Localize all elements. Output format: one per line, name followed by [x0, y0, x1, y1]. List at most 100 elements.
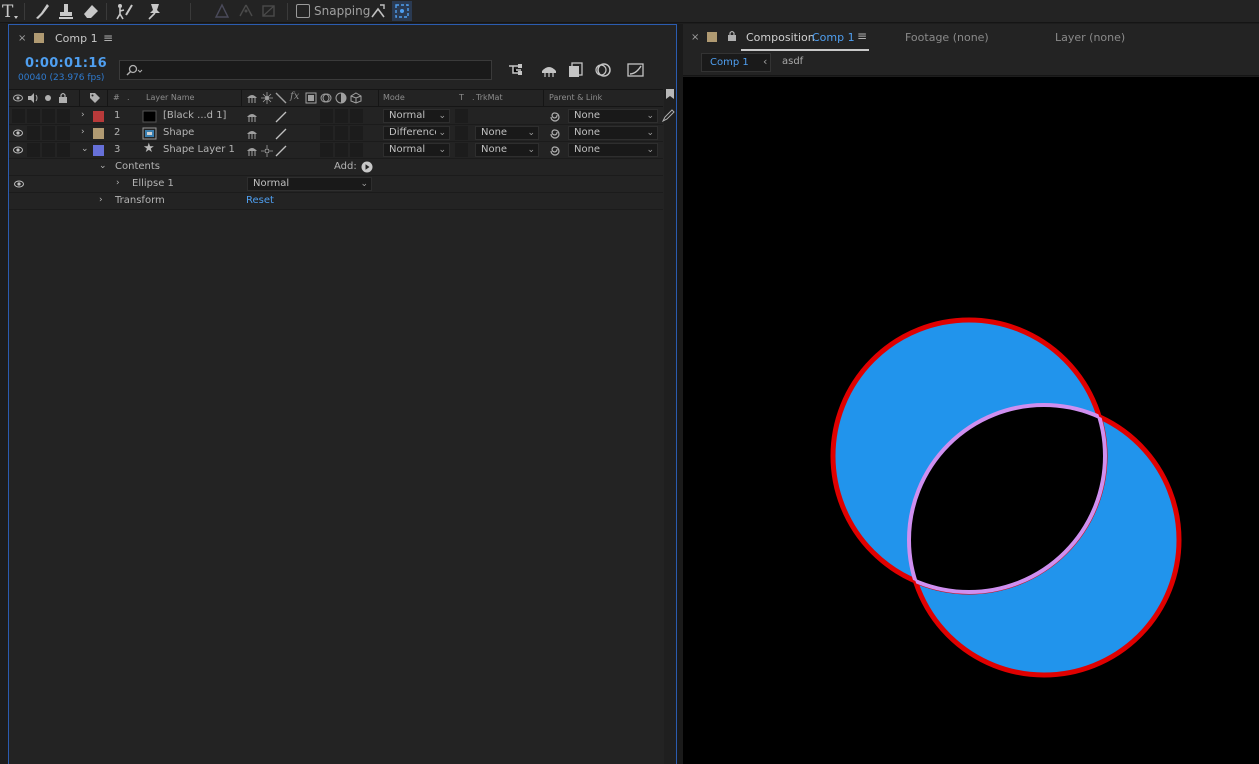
video-eye-icon[interactable] [13, 146, 23, 154]
label-color-box[interactable] [93, 145, 104, 156]
eraser-tool-icon[interactable] [81, 1, 101, 21]
roto-brush-tool-icon[interactable] [114, 1, 134, 21]
parent-pickwhip-icon[interactable] [549, 145, 561, 157]
lock-toggle-cell[interactable] [57, 126, 70, 140]
quality-switch-icon[interactable] [275, 145, 287, 157]
collapse-switch-icon[interactable] [261, 145, 273, 157]
motion-blur-icon[interactable] [593, 61, 613, 79]
collapse-chevron-icon[interactable]: ⌄ [99, 161, 107, 171]
composition-mini-flowchart-icon[interactable] [506, 61, 526, 79]
parent-pickwhip-icon[interactable] [549, 111, 561, 123]
add-menu-play-icon[interactable] [361, 161, 373, 173]
puppet-pin-tool-icon[interactable] [145, 1, 165, 21]
shy-layers-icon[interactable] [539, 61, 559, 79]
breadcrumb-item[interactable]: asdf [782, 56, 803, 67]
video-toggle-cell[interactable] [12, 109, 25, 123]
switch-cell[interactable] [335, 126, 348, 140]
clone-stamp-tool-icon[interactable] [56, 1, 76, 21]
transform-reset-link[interactable]: Reset [246, 195, 274, 206]
contents-property-row[interactable]: ⌄ Contents Add: [9, 159, 663, 176]
blend-mode-dropdown[interactable]: Normal ⌄ [383, 143, 450, 157]
solo-toggle-cell[interactable] [42, 109, 55, 123]
close-tab-icon[interactable]: × [18, 33, 26, 44]
snap-edges-icon[interactable] [368, 1, 388, 21]
shy-switch-icon[interactable] [246, 128, 258, 140]
expand-chevron-icon[interactable]: › [99, 195, 103, 205]
lock-icon[interactable] [58, 92, 68, 103]
parent-dropdown[interactable]: None ⌄ [568, 126, 658, 140]
layer-row[interactable]: ⌄ 3 ★ Shape Layer 1 Normal ⌄ None ⌄ None ⌄ [9, 141, 663, 159]
layer-switches-scroll[interactable] [661, 89, 676, 764]
preserve-transparency-cell[interactable] [455, 126, 468, 140]
track-matte-dropdown[interactable]: None ⌄ [475, 126, 539, 140]
preserve-transparency-cell[interactable] [455, 143, 468, 157]
footage-tab[interactable]: Footage (none) [905, 31, 989, 44]
solo-dot-icon[interactable] [44, 94, 52, 102]
ellipse-blend-mode-dropdown[interactable]: Normal ⌄ [247, 177, 372, 191]
path-tool-icon[interactable] [236, 1, 256, 21]
parent-dropdown[interactable]: None ⌄ [568, 143, 658, 157]
align-icon[interactable] [212, 1, 232, 21]
track-matte-dropdown[interactable]: None ⌄ [475, 143, 539, 157]
current-timecode[interactable]: 0:00:01:16 [25, 56, 107, 71]
layer-name[interactable]: Shape [163, 127, 194, 138]
switch-cell[interactable] [320, 109, 333, 123]
switch-cell[interactable] [335, 109, 348, 123]
blend-mode-dropdown[interactable]: Normal ⌄ [383, 109, 450, 123]
layer-name-column-header[interactable]: Layer Name [146, 93, 194, 102]
frame-blending-icon[interactable] [566, 61, 586, 79]
lock-icon[interactable] [727, 30, 737, 41]
lock-toggle-cell[interactable] [57, 109, 70, 123]
transform-property-row[interactable]: › Transform Reset [9, 193, 663, 210]
breadcrumb-comp1-tab[interactable]: Comp 1 ‹ [701, 53, 771, 72]
video-eye-icon[interactable] [13, 129, 23, 137]
quality-switch-icon[interactable] [275, 111, 287, 123]
expand-chevron-icon[interactable]: › [116, 178, 120, 188]
audio-toggle-cell[interactable] [27, 143, 40, 157]
switch-cell[interactable] [350, 126, 363, 140]
brush-tool-icon[interactable] [32, 1, 52, 21]
label-color-box[interactable] [93, 128, 104, 139]
pencil-edit-icon[interactable] [661, 109, 675, 123]
graph-editor-icon[interactable] [626, 61, 646, 79]
blend-mode-dropdown[interactable]: Difference ⌄ [383, 126, 450, 140]
switch-cell[interactable] [350, 109, 363, 123]
type-tool-icon[interactable]: T [0, 1, 20, 21]
composition-viewer[interactable] [683, 77, 1259, 764]
switch-cell[interactable] [350, 143, 363, 157]
lock-toggle-cell[interactable] [57, 143, 70, 157]
expand-chevron-icon[interactable]: › [81, 110, 85, 120]
snap-features-icon[interactable] [392, 1, 412, 21]
switch-cell[interactable] [320, 143, 333, 157]
layer-search-input[interactable] [119, 60, 492, 80]
label-color-box[interactable] [93, 111, 104, 122]
panel-menu-icon[interactable]: ≡ [103, 31, 113, 45]
close-tab-icon[interactable]: × [691, 32, 699, 43]
switch-cell[interactable] [335, 143, 348, 157]
layer-tab[interactable]: Layer (none) [1055, 31, 1125, 44]
preserve-transparency-cell[interactable] [455, 109, 468, 123]
shy-switch-icon[interactable] [246, 145, 258, 157]
snapping-checkbox[interactable] [296, 4, 310, 18]
parent-pickwhip-icon[interactable] [549, 128, 561, 140]
label-tag-icon[interactable] [89, 92, 101, 104]
solo-toggle-cell[interactable] [42, 143, 55, 157]
shy-switch-icon[interactable] [246, 111, 258, 123]
audio-toggle-cell[interactable] [27, 109, 40, 123]
video-eye-icon[interactable] [13, 93, 23, 103]
layer-name[interactable]: [Black ...d 1] [163, 110, 226, 121]
audio-toggle-cell[interactable] [27, 126, 40, 140]
composition-tab[interactable]: Composition Comp 1 ≡ [741, 24, 869, 51]
quality-switch-icon[interactable] [275, 128, 287, 140]
switch-cell[interactable] [320, 126, 333, 140]
layer-row[interactable]: › 2 Shape Difference ⌄ None ⌄ None ⌄ [9, 125, 663, 142]
solo-toggle-cell[interactable] [42, 126, 55, 140]
audio-speaker-icon[interactable] [27, 93, 38, 103]
layer-name[interactable]: Shape Layer 1 [163, 144, 235, 155]
video-eye-icon[interactable] [14, 180, 24, 188]
mask-tool-icon[interactable] [259, 1, 279, 21]
ellipse-group-row[interactable]: › Ellipse 1 Normal ⌄ [9, 176, 663, 193]
parent-dropdown[interactable]: None ⌄ [568, 109, 658, 123]
panel-menu-icon[interactable]: ≡ [857, 29, 867, 43]
collapse-chevron-icon[interactable]: ⌄ [81, 144, 89, 154]
